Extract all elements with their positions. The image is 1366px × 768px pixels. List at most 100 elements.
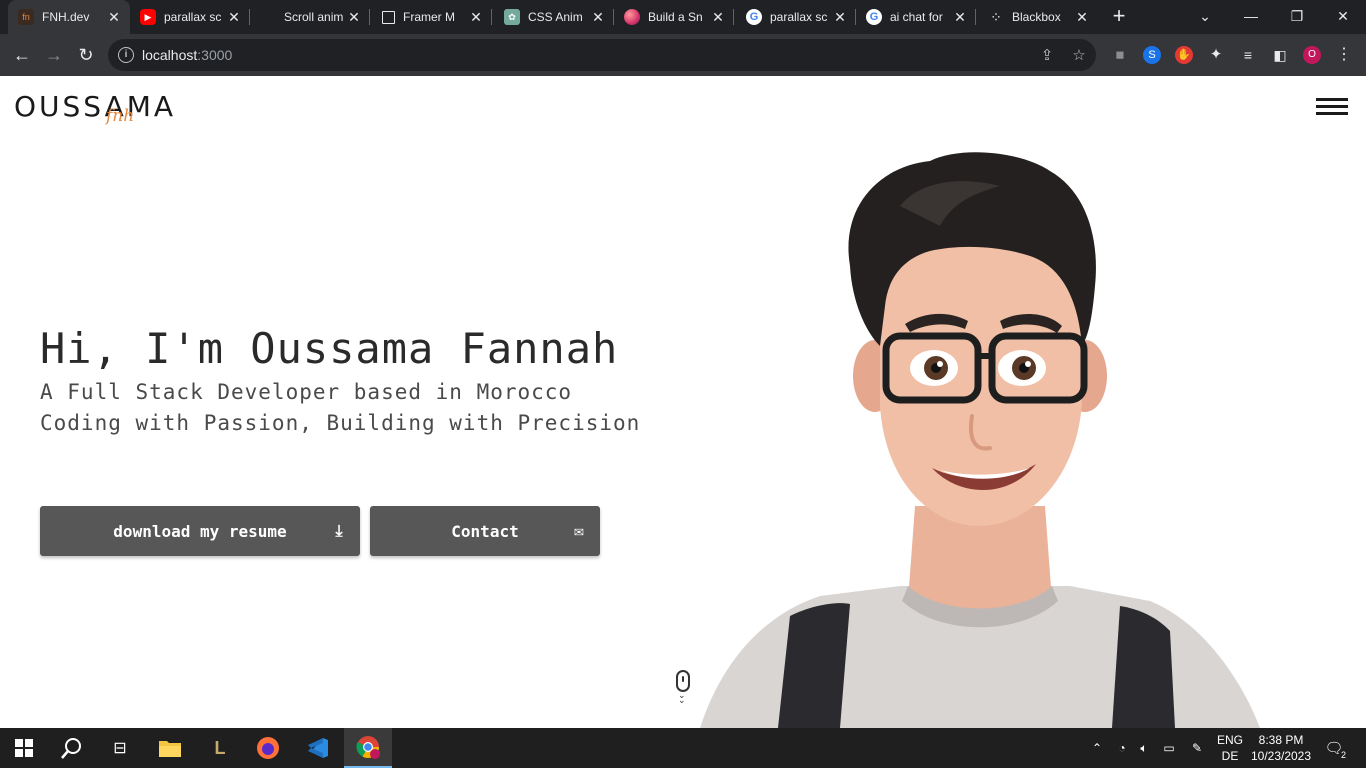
android-extension-icon[interactable]: ◼ bbox=[1111, 46, 1129, 64]
firefox-icon[interactable] bbox=[244, 728, 292, 768]
scroll-mouse-icon bbox=[676, 670, 690, 692]
shazam-extension-icon[interactable]: S bbox=[1143, 46, 1161, 64]
google-icon: G bbox=[746, 9, 762, 25]
notification-count: 2 bbox=[1340, 750, 1346, 760]
close-tab-icon[interactable]: ✕ bbox=[226, 9, 242, 25]
menu-kebab-icon[interactable]: ⋮ bbox=[1335, 46, 1353, 64]
hero-title: Hi, I'm Oussama Fannah bbox=[40, 324, 619, 373]
tab-separator bbox=[491, 9, 492, 25]
youtube-icon: ▶ bbox=[140, 9, 156, 25]
page-content: OUSSAMA fnh Hi, I'm Oussama Fannah A Ful… bbox=[0, 76, 1366, 728]
windows-start-icon[interactable] bbox=[0, 728, 48, 768]
tab-css-animation[interactable]: ✿ CSS Anim ✕ bbox=[494, 0, 614, 34]
site-logo[interactable]: OUSSAMA bbox=[14, 90, 176, 123]
tab-title: Framer M bbox=[403, 10, 455, 24]
close-tab-icon[interactable]: ✕ bbox=[710, 9, 726, 25]
firefox-logo-icon bbox=[257, 737, 279, 759]
close-window-button[interactable]: ✕ bbox=[1320, 0, 1366, 32]
new-tab-button[interactable]: + bbox=[1108, 5, 1130, 28]
clock-date: 10/23/2023 bbox=[1250, 749, 1312, 763]
hero-tagline: Coding with Passion, Building with Preci… bbox=[40, 411, 641, 435]
download-resume-button[interactable]: download my resume ⤓ bbox=[40, 506, 360, 556]
chatgpt-icon: ✿ bbox=[504, 9, 520, 25]
tab-title: Scroll anim bbox=[284, 10, 344, 24]
language-code: ENG bbox=[1216, 733, 1243, 747]
system-clock[interactable]: 8:38 PM 10/23/2023 bbox=[1246, 732, 1316, 764]
close-tab-icon[interactable]: ✕ bbox=[952, 9, 968, 25]
hamburger-bar bbox=[1316, 105, 1348, 108]
chrome-taskbar-icon[interactable] bbox=[344, 728, 392, 768]
restore-button[interactable]: ❐ bbox=[1274, 0, 1320, 32]
reload-button[interactable]: ↻ bbox=[73, 42, 99, 68]
tab-scroll-animation[interactable]: Scroll anim ✕ bbox=[250, 0, 370, 34]
notification-center-icon[interactable]: 🗨︎ 2 bbox=[1322, 728, 1346, 768]
tab-search-button[interactable]: ⌄ bbox=[1182, 0, 1228, 32]
tab-parallax-youtube[interactable]: ▶ parallax sc ✕ bbox=[130, 0, 250, 34]
tab-framer-motion[interactable]: Framer M ✕ bbox=[372, 0, 492, 34]
url-port: :3000 bbox=[197, 47, 233, 63]
address-bar[interactable]: i localhost:3000 ⇪ ☆ bbox=[108, 39, 1096, 71]
fnh-favicon-icon: fn bbox=[18, 9, 34, 25]
reading-list-icon[interactable]: ≡ bbox=[1239, 46, 1257, 64]
ublock-extension-icon[interactable]: ✋ bbox=[1175, 46, 1193, 64]
site-info-icon[interactable]: i bbox=[118, 47, 134, 63]
orb-icon bbox=[624, 9, 640, 25]
puzzle-extensions-icon[interactable]: ✦ bbox=[1207, 46, 1225, 64]
envelope-icon: ✉ bbox=[574, 521, 584, 540]
task-view-icon[interactable]: ⊟ bbox=[96, 728, 144, 768]
profile-avatar[interactable]: O bbox=[1303, 46, 1321, 64]
share-icon[interactable]: ⇪ bbox=[1038, 47, 1056, 65]
bookmark-star-icon[interactable]: ☆ bbox=[1070, 47, 1088, 65]
vscode-icon[interactable] bbox=[294, 728, 342, 768]
back-button[interactable]: ← bbox=[9, 42, 35, 68]
contact-button[interactable]: Contact ✉ bbox=[370, 506, 600, 556]
show-hidden-icons-chevron[interactable]: ⌃ bbox=[1088, 728, 1106, 768]
tab-title: Blackbox bbox=[1012, 10, 1061, 24]
windows-logo-icon bbox=[15, 739, 33, 757]
search-icon[interactable] bbox=[48, 728, 96, 768]
tab-title: FNH.dev bbox=[42, 10, 90, 24]
tab-separator bbox=[369, 9, 370, 25]
magnifier-icon bbox=[61, 738, 81, 759]
pen-workspace-icon[interactable]: ✎ bbox=[1186, 728, 1208, 768]
close-tab-icon[interactable]: ✕ bbox=[106, 9, 122, 25]
close-tab-icon[interactable]: ✕ bbox=[590, 9, 606, 25]
clock-time: 8:38 PM bbox=[1258, 733, 1304, 747]
keyboard-layout: DE bbox=[1221, 749, 1239, 763]
blackbox-icon: ⁘ bbox=[990, 8, 1002, 25]
tab-title: parallax sc bbox=[770, 10, 828, 24]
contact-label: Contact bbox=[451, 521, 519, 541]
tab-fnh-dev[interactable]: fn FNH.dev ✕ bbox=[8, 0, 130, 34]
cartoon-avatar-illustration bbox=[700, 152, 1260, 728]
scroll-chevron-icon: ⌄ bbox=[678, 695, 686, 705]
minimize-button[interactable]: — bbox=[1228, 0, 1274, 32]
vscode-logo-icon bbox=[308, 738, 328, 758]
tab-separator bbox=[975, 9, 976, 25]
hamburger-menu-icon[interactable] bbox=[1316, 98, 1348, 116]
network-icon[interactable]: ◔ bbox=[1112, 728, 1132, 768]
tab-separator bbox=[733, 9, 734, 25]
folder-icon bbox=[159, 741, 181, 757]
tab-build-a-snake[interactable]: Build a Sn ✕ bbox=[614, 0, 734, 34]
logo-signature: fnh bbox=[106, 106, 135, 126]
tab-blackbox[interactable]: ⁘ Blackbox ✕ bbox=[978, 0, 1098, 34]
file-explorer-icon[interactable] bbox=[146, 728, 194, 768]
hamburger-bar bbox=[1316, 112, 1348, 115]
tab-parallax-google[interactable]: G parallax sc ✕ bbox=[736, 0, 856, 34]
battery-icon[interactable]: ▭ bbox=[1158, 728, 1180, 768]
forward-button[interactable]: → bbox=[41, 42, 67, 68]
league-of-legends-icon[interactable]: L bbox=[196, 728, 244, 768]
side-panel-icon[interactable]: ◧ bbox=[1271, 46, 1289, 64]
tab-ai-chat[interactable]: G ai chat for ✕ bbox=[856, 0, 976, 34]
close-tab-icon[interactable]: ✕ bbox=[468, 9, 484, 25]
input-language-indicator[interactable]: ENG DE bbox=[1214, 732, 1246, 764]
close-tab-icon[interactable]: ✕ bbox=[346, 9, 362, 25]
volume-icon[interactable]: 🔈︎ bbox=[1134, 728, 1154, 768]
download-arrow-icon: ⤓ bbox=[335, 521, 343, 540]
google-icon: G bbox=[866, 9, 882, 25]
chrome-logo-icon bbox=[356, 736, 380, 759]
tab-title: parallax sc bbox=[164, 10, 222, 24]
url-host: localhost bbox=[142, 47, 198, 63]
close-tab-icon[interactable]: ✕ bbox=[832, 9, 848, 25]
close-tab-icon[interactable]: ✕ bbox=[1074, 9, 1090, 25]
